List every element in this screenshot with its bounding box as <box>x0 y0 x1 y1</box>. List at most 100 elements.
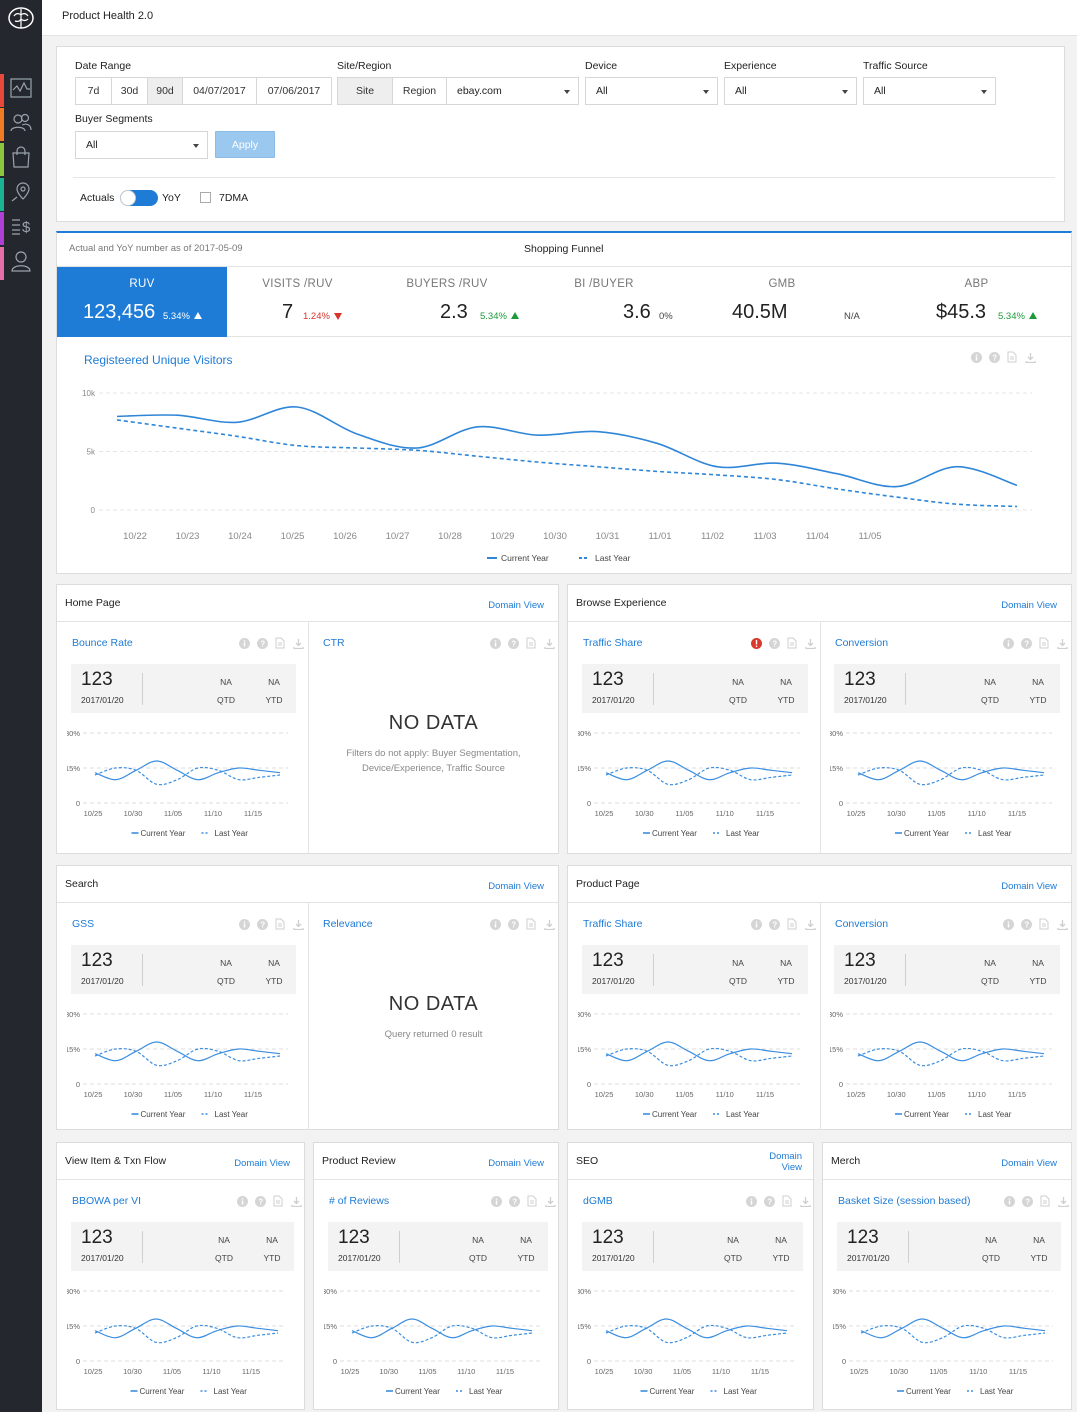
download-icon[interactable] <box>292 918 304 930</box>
info-icon[interactable] <box>1002 637 1014 649</box>
nav-item-activity[interactable] <box>0 74 42 107</box>
site-button[interactable]: Site <box>337 77 393 105</box>
document-icon[interactable] <box>1038 637 1050 649</box>
domain-view-link[interactable]: Domain View <box>488 881 544 892</box>
site-select[interactable]: ebay.com <box>446 77 579 105</box>
document-icon[interactable] <box>1038 918 1050 930</box>
domain-view-link[interactable]: Domain View <box>769 1151 802 1173</box>
download-icon[interactable] <box>1024 351 1036 363</box>
nav-item-revenue[interactable]: $ <box>0 212 42 245</box>
metric-title[interactable]: Conversion <box>835 918 888 930</box>
document-icon[interactable] <box>274 918 286 930</box>
download-icon[interactable] <box>1056 637 1068 649</box>
kpi-tile-ruv[interactable]: RUV 123,456 5.34% <box>57 267 227 337</box>
download-icon[interactable] <box>290 1195 302 1207</box>
domain-view-link[interactable]: Domain View <box>1001 881 1057 892</box>
domain-view-link[interactable]: Domain View <box>1001 600 1057 611</box>
info-icon[interactable] <box>745 1195 757 1207</box>
nav-item-shopping[interactable] <box>0 143 42 176</box>
help-icon[interactable]: ? <box>507 637 519 649</box>
help-icon[interactable]: ? <box>1020 637 1032 649</box>
metric-title[interactable]: Conversion <box>835 637 888 649</box>
nav-item-profile[interactable] <box>0 247 42 280</box>
help-icon[interactable]: ? <box>256 918 268 930</box>
document-icon[interactable] <box>274 637 286 649</box>
traffic-source-select[interactable]: All <box>863 77 996 105</box>
download-icon[interactable] <box>1056 918 1068 930</box>
metric-title[interactable]: BBOWA per VI <box>72 1195 141 1207</box>
metric-title[interactable]: Bounce Rate <box>72 637 133 649</box>
document-icon[interactable] <box>272 1195 284 1207</box>
download-icon[interactable] <box>1057 1195 1069 1207</box>
nav-item-users[interactable] <box>0 108 42 141</box>
buyer-segments-select[interactable]: All <box>75 131 208 159</box>
metric-title[interactable]: Basket Size (session based) <box>838 1195 970 1207</box>
document-icon[interactable] <box>526 1195 538 1207</box>
domain-view-link[interactable]: Domain View <box>234 1158 290 1169</box>
info-icon[interactable] <box>236 1195 248 1207</box>
domain-view-link[interactable]: Domain View <box>488 1158 544 1169</box>
actuals-yoy-toggle[interactable] <box>120 190 158 206</box>
metric-title[interactable]: Relevance <box>323 918 373 930</box>
range-7d-button[interactable]: 7d <box>75 77 112 105</box>
kpi-tile-visits-ruv[interactable]: VISITS /RUV 7 1.24% <box>227 267 368 337</box>
info-icon[interactable] <box>238 637 250 649</box>
start-date-input[interactable]: 04/07/2017 <box>182 77 257 105</box>
info-icon[interactable] <box>750 918 762 930</box>
7dma-checkbox[interactable] <box>200 192 211 203</box>
download-icon[interactable] <box>543 918 555 930</box>
document-icon[interactable] <box>525 918 537 930</box>
metric-title[interactable]: dGMB <box>583 1195 613 1207</box>
document-icon[interactable] <box>525 637 537 649</box>
apply-button[interactable]: Apply <box>215 131 275 158</box>
range-30d-button[interactable]: 30d <box>111 77 148 105</box>
info-icon[interactable] <box>1003 1195 1015 1207</box>
download-icon[interactable] <box>804 637 816 649</box>
help-icon[interactable]: ? <box>508 1195 520 1207</box>
info-icon[interactable] <box>489 918 501 930</box>
help-icon[interactable]: ? <box>1020 918 1032 930</box>
kpi-tile-buyers-ruv[interactable]: BUYERS /RUV 2.3 5.34% <box>368 267 526 337</box>
download-icon[interactable] <box>804 918 816 930</box>
device-select[interactable]: All <box>585 77 718 105</box>
download-icon[interactable] <box>292 637 304 649</box>
nav-item-location[interactable] <box>0 178 42 211</box>
download-icon[interactable] <box>544 1195 556 1207</box>
kpi-tile-gmb[interactable]: GMB 40.5M N/A <box>682 267 882 337</box>
help-icon[interactable]: ? <box>988 351 1000 363</box>
info-icon[interactable] <box>238 918 250 930</box>
help-icon[interactable]: ? <box>768 918 780 930</box>
region-button[interactable]: Region <box>392 77 447 105</box>
document-icon[interactable] <box>786 918 798 930</box>
help-icon[interactable]: ? <box>763 1195 775 1207</box>
help-icon[interactable]: ? <box>507 918 519 930</box>
range-90d-button[interactable]: 90d <box>147 77 183 105</box>
metric-title[interactable]: Traffic Share <box>583 918 643 930</box>
kpi-tile-bi-buyer[interactable]: BI /BUYER 3.6 0% <box>526 267 682 337</box>
document-icon[interactable] <box>1039 1195 1051 1207</box>
help-icon[interactable]: ? <box>1021 1195 1033 1207</box>
document-icon[interactable] <box>786 637 798 649</box>
experience-select[interactable]: All <box>724 77 857 105</box>
metric-title[interactable]: # of Reviews <box>329 1195 389 1207</box>
document-icon[interactable] <box>1006 351 1018 363</box>
metric-title[interactable]: Traffic Share <box>583 637 643 649</box>
alert-icon[interactable] <box>750 637 762 649</box>
document-icon[interactable] <box>781 1195 793 1207</box>
info-icon[interactable] <box>1002 918 1014 930</box>
help-icon[interactable]: ? <box>256 637 268 649</box>
help-icon[interactable]: ? <box>768 637 780 649</box>
domain-view-link[interactable]: Domain View <box>1001 1158 1057 1169</box>
metric-title[interactable]: GSS <box>72 918 94 930</box>
download-icon[interactable] <box>543 637 555 649</box>
kpi-tile-abp[interactable]: ABP $45.3 5.34% <box>882 267 1071 337</box>
help-icon[interactable]: ? <box>254 1195 266 1207</box>
end-date-input[interactable]: 07/06/2017 <box>256 77 332 105</box>
domain-view-link[interactable]: Domain View <box>488 600 544 611</box>
brain-logo-icon[interactable] <box>6 4 36 34</box>
metric-title[interactable]: CTR <box>323 637 345 649</box>
info-icon[interactable] <box>489 637 501 649</box>
info-icon[interactable] <box>970 351 982 363</box>
info-icon[interactable] <box>490 1195 502 1207</box>
download-icon[interactable] <box>799 1195 811 1207</box>
